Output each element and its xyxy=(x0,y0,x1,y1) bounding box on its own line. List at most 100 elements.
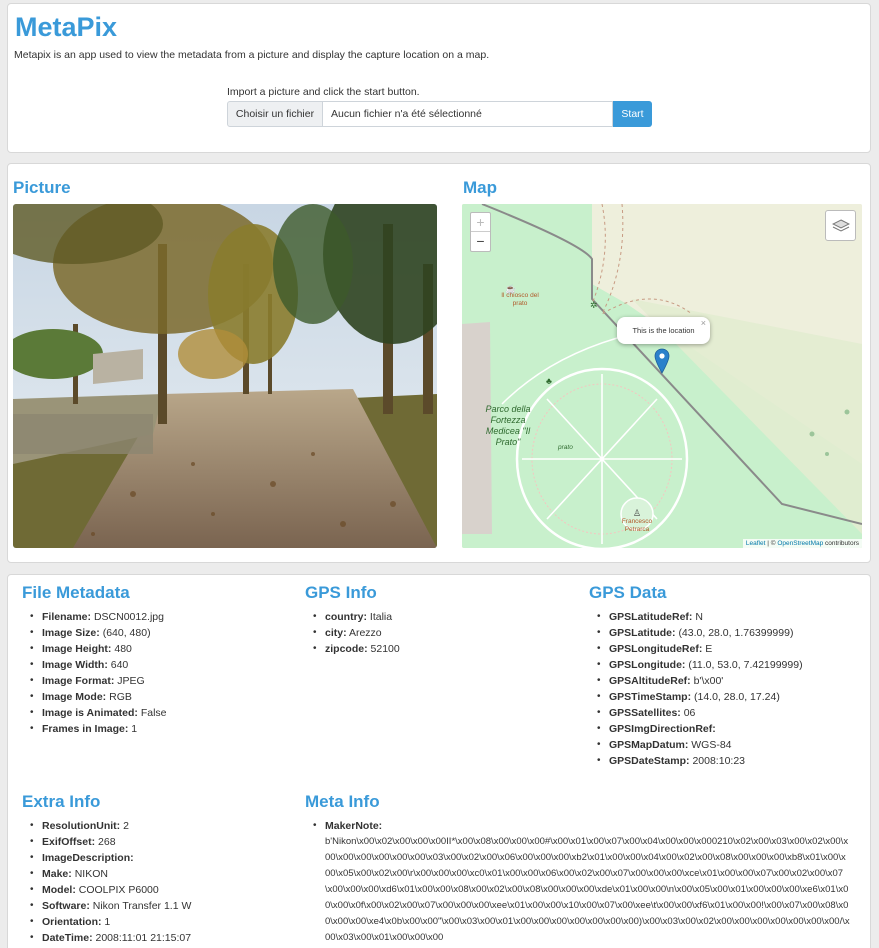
item-value: b'\x00' xyxy=(693,675,724,687)
list-item: GPSAltitudeRef: b'\x00' xyxy=(589,673,803,689)
item-key: ExifOffset: xyxy=(42,836,96,848)
app-subtitle: Metapix is an app used to view the metad… xyxy=(14,49,490,61)
maker-note-key: MakerNote: xyxy=(325,820,383,832)
item-value: 640 xyxy=(110,659,129,671)
item-value: 2008:11:01 21:15:07 xyxy=(95,932,192,944)
list-item: city: Arezzo xyxy=(305,625,400,641)
item-key: Image is Animated: xyxy=(42,707,138,719)
item-value: 06 xyxy=(683,707,696,719)
list-item: Software: Nikon Transfer 1.1 W xyxy=(22,898,191,914)
map-label-prato: prato xyxy=(558,444,573,451)
list-item: Frames in Image: 1 xyxy=(22,721,167,737)
item-key: Make: xyxy=(42,868,72,880)
item-value: Italia xyxy=(369,611,393,623)
list-item: Image Width: 640 xyxy=(22,657,167,673)
list-item: GPSLongitudeRef: E xyxy=(589,641,803,657)
list-item: Filename: DSCN0012.jpg xyxy=(22,609,167,625)
extra-info-list: ResolutionUnit: 2ExifOffset: 268ImageDes… xyxy=(22,818,191,946)
item-key: GPSDateStamp: xyxy=(609,755,690,767)
layers-icon xyxy=(831,218,850,232)
item-key: GPSLongitudeRef: xyxy=(609,643,703,655)
item-key: Image Size: xyxy=(42,627,100,639)
meta-info-list: MakerNote: b'Nikon\x00\x02\x00\x00\x00II… xyxy=(305,818,850,946)
item-value: Arezzo xyxy=(348,627,382,639)
attribution-separator: | © xyxy=(765,540,778,547)
leaflet-link[interactable]: Leaflet xyxy=(746,540,766,547)
item-key: ResolutionUnit: xyxy=(42,820,121,832)
choose-file-button[interactable]: Choisir un fichier xyxy=(227,101,323,127)
svg-text:♙: ♙ xyxy=(633,508,641,518)
item-key: zipcode: xyxy=(325,643,368,655)
item-key: GPSLongitude: xyxy=(609,659,686,671)
item-key: GPSImgDirectionRef: xyxy=(609,723,716,735)
zoom-control: + − xyxy=(470,212,491,252)
file-name-display[interactable]: Aucun fichier n'a été sélectionné xyxy=(323,101,613,127)
item-key: Image Width: xyxy=(42,659,108,671)
list-item: GPSSatellites: 06 xyxy=(589,705,803,721)
item-value: Nikon Transfer 1.1 W xyxy=(92,900,192,912)
item-value: (14.0, 28.0, 17.24) xyxy=(694,691,780,703)
item-value: E xyxy=(705,643,713,655)
map-label-park: Parco della Fortezza Medicea "Il Prato" xyxy=(485,404,531,447)
item-key: GPSTimeStamp: xyxy=(609,691,692,703)
import-instruction: Import a picture and click the start but… xyxy=(227,86,420,98)
item-key: Software: xyxy=(42,900,90,912)
list-item: MakerNote: xyxy=(305,818,850,834)
list-item: ResolutionUnit: 2 xyxy=(22,818,191,834)
file-metadata-list: Filename: DSCN0012.jpgImage Size: (640, … xyxy=(22,609,167,737)
item-value: COOLPIX P6000 xyxy=(78,884,159,896)
item-value: (43.0, 28.0, 1.76399999) xyxy=(678,627,794,639)
attribution-tail: contributors xyxy=(823,540,859,547)
popup-close-icon[interactable]: × xyxy=(701,318,706,328)
map-label-statue: Francesco Petrarca xyxy=(621,518,653,533)
item-key: Model: xyxy=(42,884,76,896)
item-value: NIKON xyxy=(74,868,108,880)
gps-info-list: country: Italiacity: Arezzozipcode: 5210… xyxy=(305,609,400,657)
list-item: Image Size: (640, 480) xyxy=(22,625,167,641)
location-popup: This is the location × xyxy=(617,317,710,344)
list-item: ImageDescription: xyxy=(22,850,191,866)
gps-data-heading: GPS Data xyxy=(589,583,667,602)
file-metadata-heading: File Metadata xyxy=(22,583,130,602)
list-item: country: Italia xyxy=(305,609,400,625)
map-label-kiosk: Il chiosco del prato xyxy=(501,292,539,307)
list-item: Orientation: 1 xyxy=(22,914,191,930)
app-title: MetaPix xyxy=(15,12,118,42)
item-value: 52100 xyxy=(370,643,400,655)
item-key: GPSSatellites: xyxy=(609,707,681,719)
map-attribution: Leaflet | © OpenStreetMap contributors xyxy=(742,539,862,548)
zoom-out-button[interactable]: − xyxy=(471,232,490,251)
item-value: RGB xyxy=(109,691,132,703)
item-key: Orientation: xyxy=(42,916,102,928)
start-button[interactable]: Start xyxy=(613,101,652,127)
layers-button[interactable] xyxy=(825,210,856,241)
osm-link[interactable]: OpenStreetMap xyxy=(777,540,823,547)
gps-info-heading: GPS Info xyxy=(305,583,377,602)
list-item: Image Format: JPEG xyxy=(22,673,167,689)
list-item: Image Mode: RGB xyxy=(22,689,167,705)
gps-data-list: GPSLatitudeRef: NGPSLatitude: (43.0, 28.… xyxy=(589,609,803,769)
item-value: 2 xyxy=(123,820,129,832)
item-value: N xyxy=(695,611,703,623)
item-value: DSCN0012.jpg xyxy=(93,611,164,623)
list-item: GPSImgDirectionRef: xyxy=(589,721,803,737)
item-key: Image Height: xyxy=(42,643,112,655)
item-key: Image Mode: xyxy=(42,691,107,703)
item-key: ImageDescription: xyxy=(42,852,134,864)
picture-heading: Picture xyxy=(13,178,71,197)
map-heading: Map xyxy=(463,178,497,197)
location-map[interactable]: ☕ ♣ ✲ ♙ Il chiosco del prato Parco della… xyxy=(462,204,862,548)
list-item: Image Height: 480 xyxy=(22,641,167,657)
list-item: GPSLatitude: (43.0, 28.0, 1.76399999) xyxy=(589,625,803,641)
uploaded-photo xyxy=(13,204,437,548)
popup-text: This is the location xyxy=(632,326,695,335)
item-value: 480 xyxy=(114,643,132,655)
metadata-card: File Metadata Filename: DSCN0012.jpgImag… xyxy=(7,574,871,948)
meta-info-heading: Meta Info xyxy=(305,792,380,811)
item-key: city: xyxy=(325,627,347,639)
zoom-in-button[interactable]: + xyxy=(471,213,490,232)
item-key: GPSAltitudeRef: xyxy=(609,675,691,687)
item-key: DateTime: xyxy=(42,932,93,944)
list-item: Make: NIKON xyxy=(22,866,191,882)
item-value: WGS-84 xyxy=(691,739,732,751)
